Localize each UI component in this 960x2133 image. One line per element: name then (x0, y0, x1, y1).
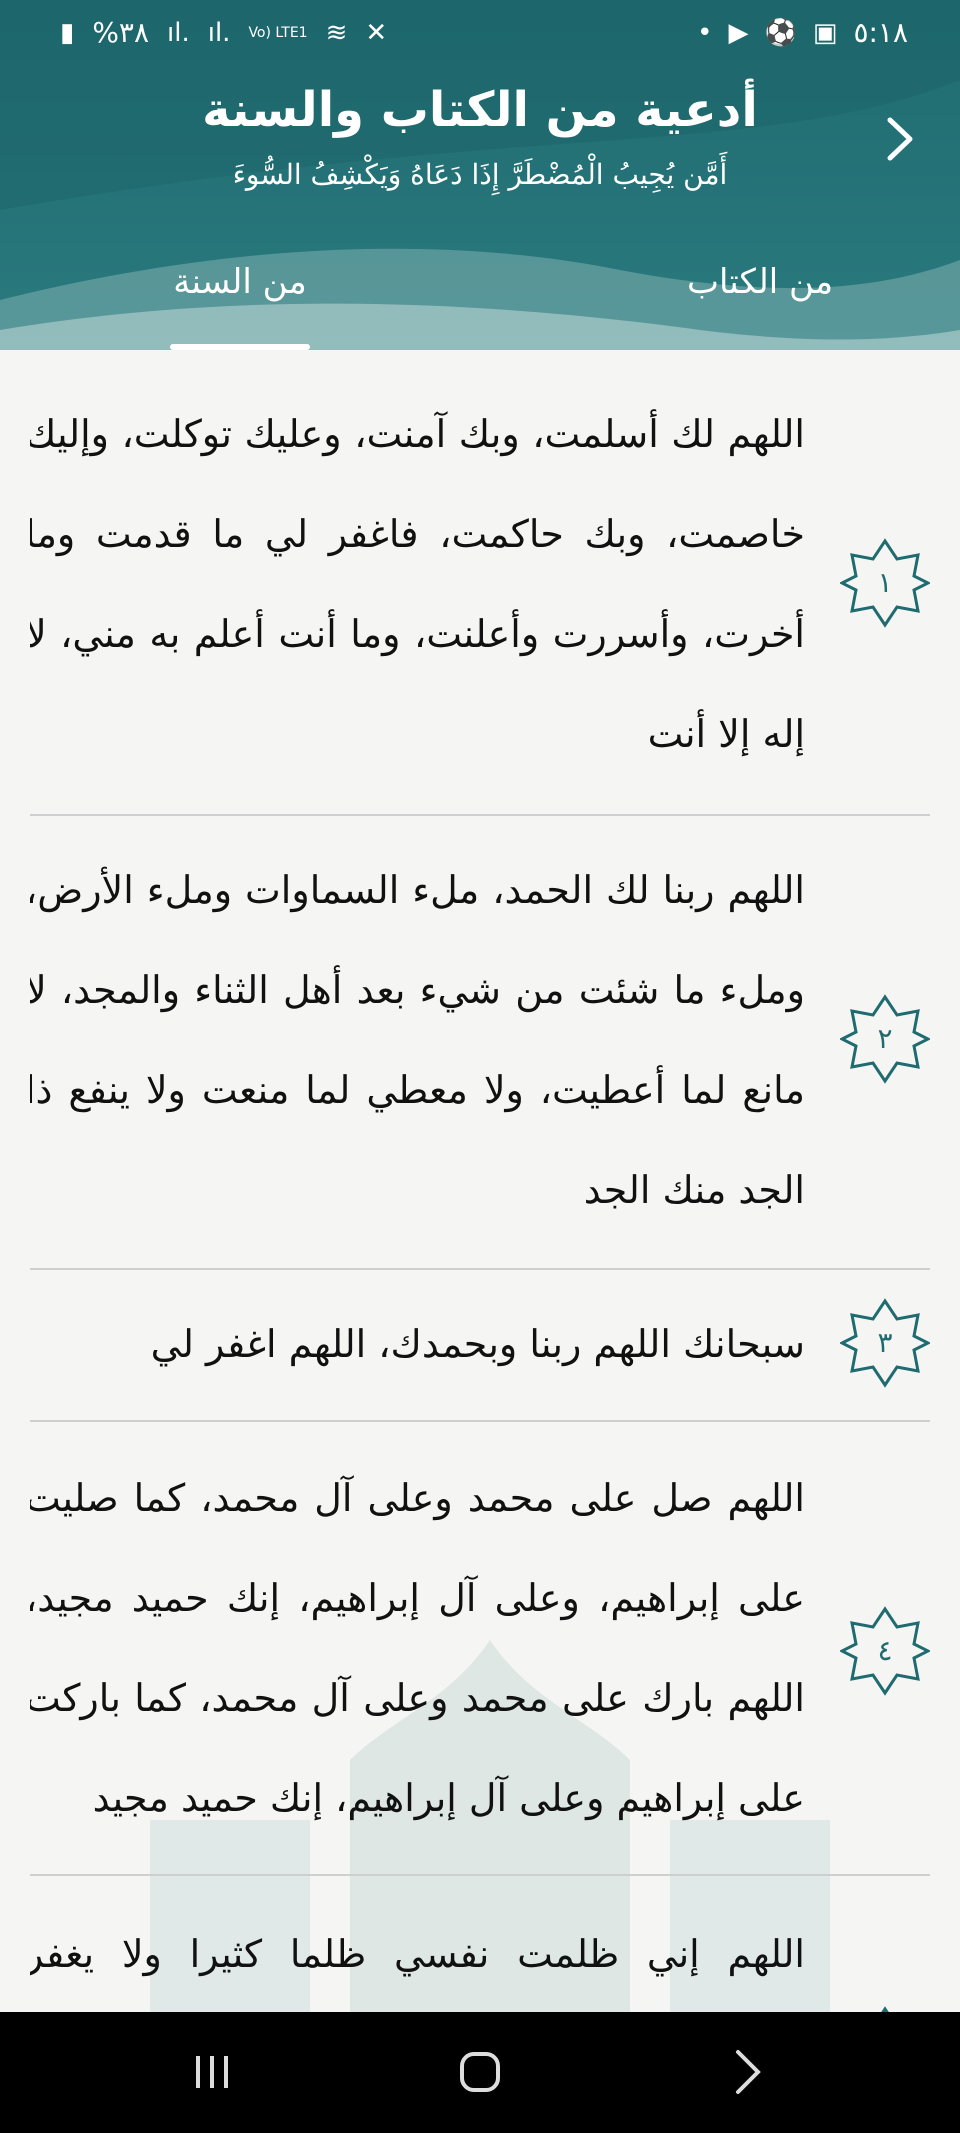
dua-text: اللهم صل على محمد وعلى آل محمد، كما صليت… (30, 1476, 805, 1820)
badge-number: ٢ (877, 1022, 893, 1055)
list-item[interactable]: سبحانك اللهم ربنا وبحمدك، اللهم اغفر لي … (30, 1270, 930, 1422)
badge-number: ٤ (877, 1634, 893, 1667)
youtube-icon: ▶ (728, 17, 749, 48)
dua-text: اللهم ربنا لك الحمد، ملء السماوات وملء ا… (30, 868, 805, 1212)
badge-number: ١ (877, 566, 893, 599)
list-item[interactable]: اللهم لك أسلمت، وبك آمنت، وعليك توكلت، و… (30, 352, 930, 816)
status-time: ٥:١٨ (853, 16, 908, 49)
dua-text: اللهم إني ظلمت نفسي ظلما كثيرا ولا يغفر … (30, 1932, 805, 1976)
battery-icon: ▮ (60, 17, 75, 48)
dua-list[interactable]: اللهم لك أسلمت، وبك آمنت، وعليك توكلت، و… (30, 352, 930, 2012)
wifi-icon: ≋ (325, 17, 348, 48)
tab-from-book[interactable]: من الكتاب (610, 262, 910, 302)
system-nav-bar (0, 2012, 960, 2133)
dot-icon: • (697, 17, 713, 48)
number-badge: ١ (838, 538, 930, 628)
badge-number: ٣ (877, 1326, 893, 1359)
signal-2-icon: ıl. (207, 17, 231, 48)
mute-icon: ✕ (365, 17, 388, 48)
network-label: Vo) LTE1 (248, 24, 308, 41)
list-item[interactable]: اللهم صل على محمد وعلى آل محمد، كما صليت… (30, 1422, 930, 1876)
back-icon[interactable] (708, 2042, 788, 2102)
page-title: أدعية من الكتاب والسنة (202, 82, 758, 138)
page-subtitle: أَمَّن يُجِيبُ الْمُضْطَرَّ إِذَا دَعَاه… (232, 158, 728, 191)
number-badge: ٣ (838, 1298, 930, 1388)
status-bar: ▮ %٣٨ ıl. ıl. Vo) LTE1 ≋ ✕ • ▶ ⚽ ▣ ٥:١٨ (0, 0, 960, 70)
tab-indicator (170, 344, 310, 350)
tab-bar: من الكتاب من السنة (0, 250, 960, 350)
gallery-icon: ▣ (812, 17, 838, 48)
dua-text: سبحانك اللهم ربنا وبحمدك، اللهم اغفر لي (150, 1322, 805, 1366)
app-header: ▮ %٣٨ ıl. ıl. Vo) LTE1 ≋ ✕ • ▶ ⚽ ▣ ٥:١٨ … (0, 0, 960, 350)
home-icon[interactable] (440, 2042, 520, 2102)
signal-icon: ıl. (167, 17, 190, 48)
list-item[interactable]: اللهم ربنا لك الحمد، ملء السماوات وملء ا… (30, 816, 930, 1270)
ball-icon: ⚽ (764, 17, 797, 48)
dua-text: اللهم لك أسلمت، وبك آمنت، وعليك توكلت، و… (30, 412, 805, 756)
tab-from-sunnah[interactable]: من السنة (90, 262, 390, 302)
recents-icon[interactable] (172, 2042, 252, 2102)
number-badge: ٢ (838, 994, 930, 1084)
number-badge: ٤ (838, 1606, 930, 1696)
list-item[interactable]: اللهم إني ظلمت نفسي ظلما كثيرا ولا يغفر … (30, 1876, 930, 2012)
battery-level: %٣٨ (92, 16, 149, 49)
